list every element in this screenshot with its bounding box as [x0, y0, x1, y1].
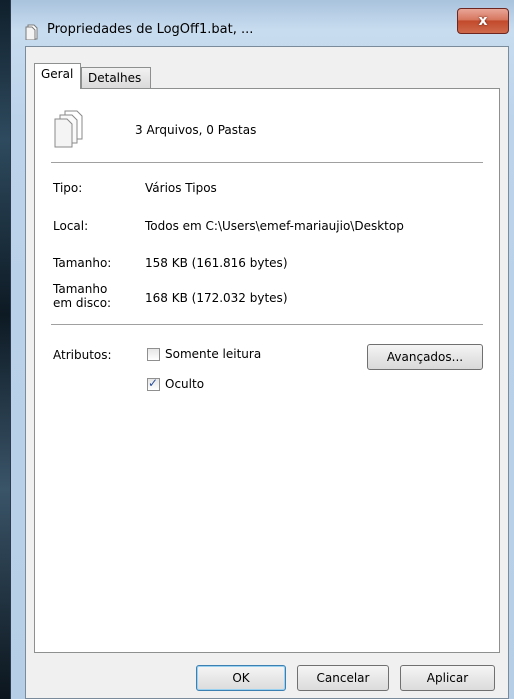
close-icon: x	[478, 13, 488, 29]
selection-summary: 3 Arquivos, 0 Pastas	[135, 123, 257, 137]
tab-geral[interactable]: Geral	[34, 63, 81, 89]
size-on-disk-value: 168 KB (172.032 bytes)	[145, 291, 288, 305]
size-label: Tamanho:	[53, 256, 112, 270]
window-title: Propriedades de LogOff1.bat, ...	[47, 22, 254, 37]
checkmark-icon: ✓	[148, 376, 159, 390]
multiple-files-icon	[54, 110, 83, 148]
type-label: Tipo:	[53, 181, 83, 195]
dialog-client-area: Geral Detalhes 3 Arquivos, 0 Pastas Tipo…	[25, 46, 509, 699]
hidden-checkbox[interactable]: ✓	[147, 376, 160, 391]
hidden-label[interactable]: Oculto	[165, 377, 204, 391]
type-value: Vários Tipos	[145, 181, 217, 195]
tab-detalhes[interactable]: Detalhes	[81, 67, 151, 89]
tab-label: Detalhes	[88, 71, 142, 85]
separator	[51, 162, 483, 163]
apply-button[interactable]: Aplicar	[400, 665, 495, 691]
close-button[interactable]: x	[457, 8, 509, 34]
document-icon	[25, 24, 38, 40]
size-on-disk-label-line1: Tamanho	[53, 282, 108, 296]
readonly-label[interactable]: Somente leitura	[165, 347, 261, 361]
general-tab-panel: 3 Arquivos, 0 Pastas Tipo: Vários Tipos …	[34, 88, 500, 653]
tab-label: Geral	[41, 67, 74, 81]
size-value: 158 KB (161.816 bytes)	[145, 256, 288, 270]
ok-button[interactable]: OK	[196, 665, 286, 691]
readonly-checkbox[interactable]	[147, 348, 160, 361]
size-on-disk-label-line2: em disco:	[53, 296, 112, 310]
title-bar[interactable]: Propriedades de LogOff1.bat, ... x	[11, 0, 514, 44]
advanced-button[interactable]: Avançados...	[367, 344, 483, 370]
attributes-label: Atributos:	[53, 348, 112, 362]
properties-dialog: Propriedades de LogOff1.bat, ... x Geral…	[10, 0, 514, 699]
cancel-button[interactable]: Cancelar	[297, 665, 389, 691]
location-label: Local:	[53, 219, 89, 233]
separator	[51, 324, 483, 325]
location-value: Todos em C:\Users\emef-mariaujio\Desktop	[145, 219, 404, 233]
